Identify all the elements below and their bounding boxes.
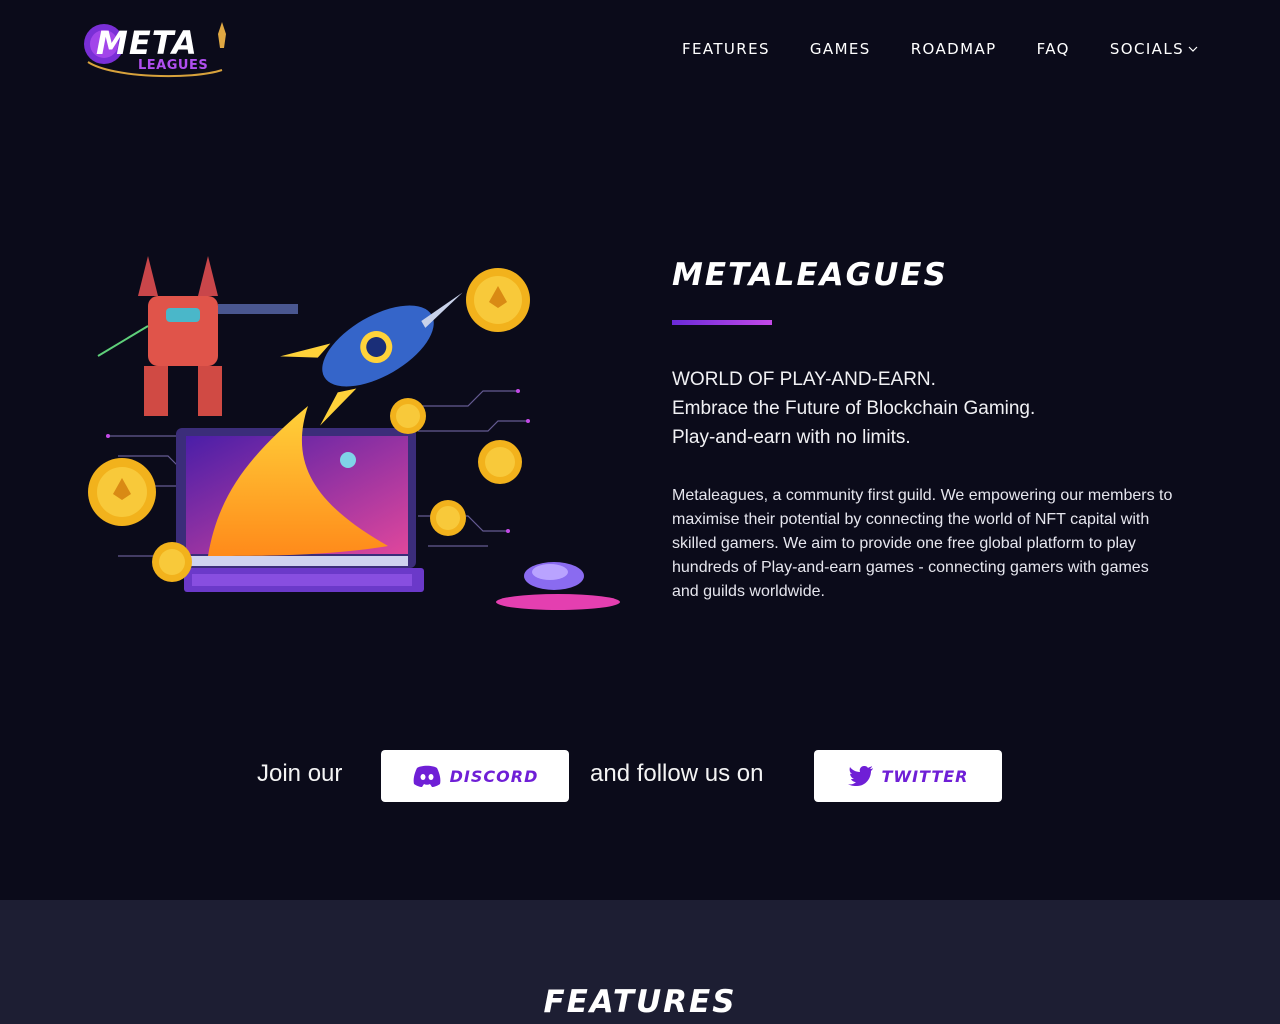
nav-games[interactable]: GAMES [810,40,871,58]
logo-wordmark: META [96,24,198,62]
social-join-row: Join our DISCORD and follow us on TWITTE… [0,750,1280,802]
features-section: FEATURES [0,900,1280,1024]
nav-roadmap-label: ROADMAP [910,40,997,58]
tagline-line-1: WORLD OF PLAY-AND-EARN. [672,369,936,390]
features-heading: FEATURES [543,984,737,1020]
hero-tagline: WORLD OF PLAY-AND-EARN. Embrace the Futu… [672,365,1192,452]
twitter-icon [847,766,873,786]
twitter-button[interactable]: TWITTER [814,750,1002,802]
join-middle-text: and follow us on [590,760,764,787]
nav-socials[interactable]: SOCIALS [1110,40,1198,58]
hero-title: METALEAGUES [672,257,948,293]
title-underline [672,320,772,325]
hero-illustration [88,256,632,616]
nav-features-label: FEATURES [681,40,770,58]
join-prefix-text: Join our [257,760,343,787]
nav-faq[interactable]: FAQ [1037,40,1070,58]
nav-features[interactable]: FEATURES [682,40,770,58]
main-nav: FEATURES GAMES ROADMAP FAQ SOCIALS [682,40,1198,58]
gaming-illustration-icon [88,256,620,610]
nav-roadmap[interactable]: ROADMAP [911,40,997,58]
nav-games-label: GAMES [809,40,871,58]
twitter-label: TWITTER [881,766,969,786]
tagline-line-2: Embrace the Future of Blockchain Gaming. [672,398,1036,419]
discord-icon [413,765,441,787]
nav-socials-label: SOCIALS [1109,40,1184,58]
nav-faq-label: FAQ [1036,40,1070,58]
hero-content: METALEAGUES WORLD OF PLAY-AND-EARN. Embr… [672,256,1192,604]
site-header: META LEAGUES FEATURES GAMES ROADMAP FAQ … [0,0,1280,100]
brand-logo[interactable]: META LEAGUES [82,18,232,84]
chevron-down-icon [1188,46,1198,52]
logo-subwordmark: LEAGUES [138,58,209,73]
tagline-line-3: Play-and-earn with no limits. [672,427,911,448]
discord-button[interactable]: DISCORD [381,750,569,802]
hero-description: Metaleagues, a community first guild. We… [672,487,1173,600]
discord-label: DISCORD [449,766,539,786]
